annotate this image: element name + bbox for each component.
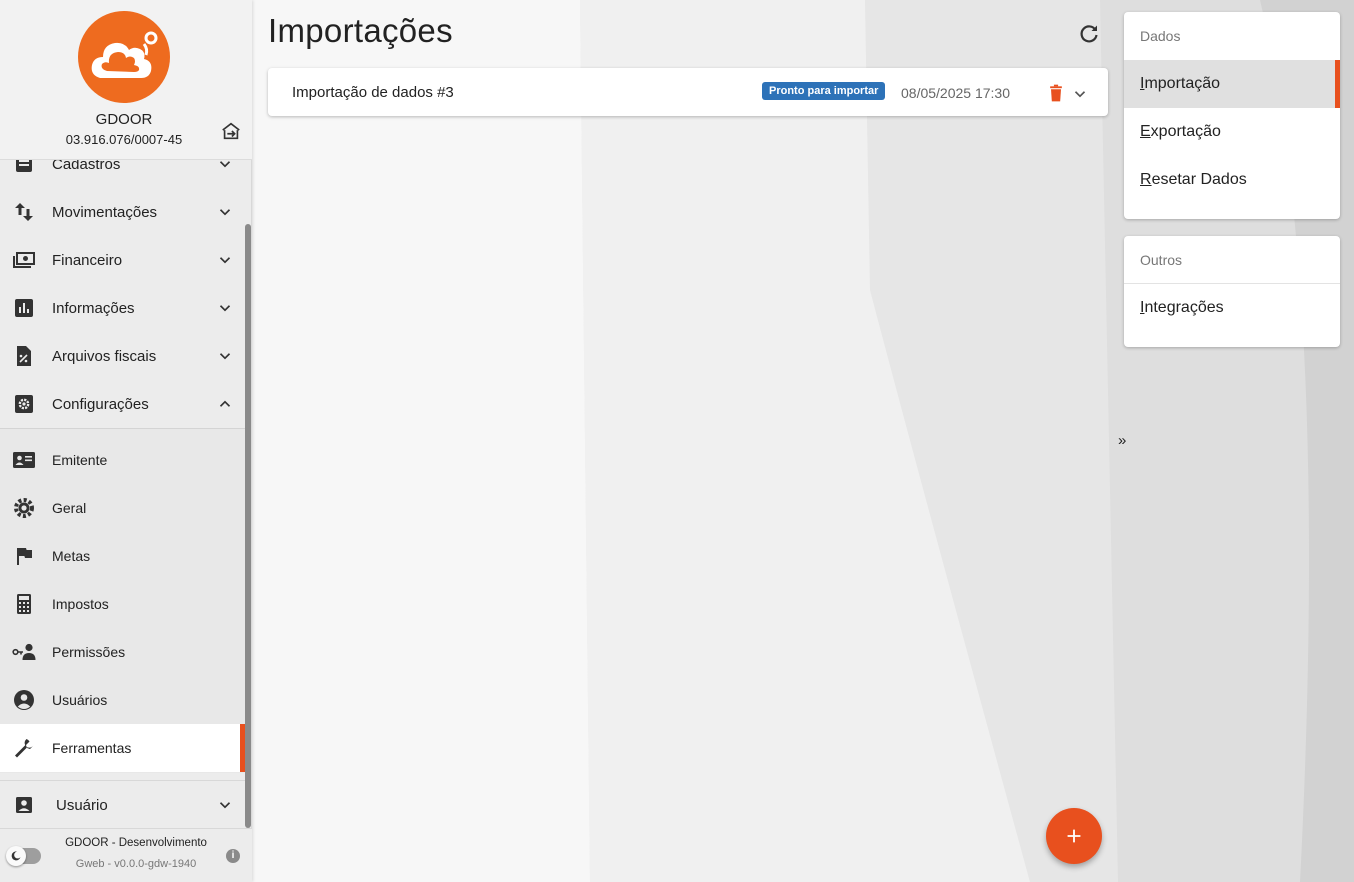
menu-item-exportacao[interactable]: Exportação [1124,108,1340,156]
submenu-configuracoes: Emitente Geral Metas Impostos Permissões… [0,428,245,773]
user-key-icon [12,643,36,660]
nav-item-financeiro[interactable]: Financeiro [0,236,245,284]
nav-item-label: Impostos [52,596,109,612]
account-box-icon [16,797,32,813]
menu-item-label: xportação [1150,123,1221,140]
nav-item-label: Movimentações [52,203,158,221]
cloud-logo-icon [91,31,158,78]
environment-label: GDOOR - Desenvolvimento [65,837,207,849]
nav-item-label: Permissões [52,644,126,660]
nav-item-metas[interactable]: Metas [0,532,245,580]
menu-item-resetar-dados[interactable]: Resetar Dados [1124,156,1340,204]
nav-item-label: Configurações [52,395,149,413]
moon-icon [11,851,21,861]
nav-item-informacoes[interactable]: Informações [0,284,245,332]
plus-icon [1067,829,1081,843]
info-icon[interactable]: i [226,849,240,863]
page-title: Importações [268,12,453,49]
menu-item-mnemonic: E [1140,123,1151,140]
dados-header: Dados [1140,28,1181,44]
nav-menu: Cadastros Movimentações Financeiro Infor… [0,140,245,780]
sidebar: Cadastros Movimentações Financeiro Infor… [0,0,252,882]
nav-item-impostos[interactable]: Impostos [0,580,245,628]
nav-item-emitente[interactable]: Emitente [0,436,245,484]
collapse-panel-toggle[interactable]: » [1118,432,1126,449]
chevron-down-icon [219,802,231,809]
active-indicator [1335,60,1340,108]
add-import-button[interactable] [1046,808,1102,864]
chevron-down-icon [219,209,231,216]
status-badge: Pronto para importar [762,82,886,100]
account-circle-icon [14,690,34,710]
wrench-icon [15,739,34,758]
nav-item-configuracoes[interactable]: Configurações [0,380,245,428]
menu-item-importacao[interactable]: Importação [1124,60,1340,108]
nav-item-label: Financeiro [52,251,123,269]
import-card[interactable]: Importação de dados #3 Pronto para impor… [268,68,1108,116]
chevron-down-icon [219,257,231,264]
outros-panel: Outros Integrações [1124,236,1340,347]
id-card-icon [13,452,35,468]
menu-item-label: mportação [1144,75,1221,92]
company-cnpj: 03.916.076/0007-45 [65,132,183,147]
nav-item-label: Usuários [52,692,108,708]
nav-item-geral[interactable]: Geral [0,484,245,532]
delete-icon[interactable] [1046,83,1066,103]
flag-icon [17,548,32,565]
nav-item-label: Informações [52,299,135,317]
dados-panel: Dados Importação Exportação Resetar Dado… [1124,12,1340,219]
chevron-down-icon [219,353,231,360]
money-icon [13,252,35,268]
company-name: GDOOR [95,111,153,128]
file-percent-icon [17,346,31,366]
nav-item-ferramentas[interactable]: Ferramentas [0,724,245,772]
menu-item-label: esetar Dados [1151,171,1247,188]
nav-item-arquivos-fiscais[interactable]: Arquivos fiscais [0,332,245,380]
nav-item-label: Metas [52,548,91,564]
menu-item-integracoes[interactable]: Integrações [1124,284,1340,332]
user-label: Usuário [56,796,108,814]
nav-item-movimentacoes[interactable]: Movimentações [0,188,245,236]
sidebar-footer: GDOOR - Desenvolvimento Gweb - v0.0.0-gd… [0,828,252,882]
toggle-knob [6,846,26,866]
menu-item-mnemonic: R [1140,171,1152,188]
sidebar-scrollbar[interactable] [245,224,251,828]
nav-item-label: Geral [52,500,87,516]
bar-chart-icon [15,299,33,317]
chevron-down-icon [219,305,231,312]
user-menu-row[interactable]: Usuário [0,781,245,829]
import-title: Importação de dados #3 [292,84,454,101]
nav-item-usuarios[interactable]: Usuários [0,676,245,724]
company-header: GDOOR 03.916.076/0007-45 [0,0,252,160]
calculator-icon [17,594,31,614]
outros-header: Outros [1124,236,1340,284]
nav-item-label: Arquivos fiscais [52,347,157,365]
nav-item-permissoes[interactable]: Permissões [0,628,245,676]
nav-item-label: Emitente [52,452,108,468]
company-logo [78,11,170,103]
switch-company-icon[interactable] [220,120,242,142]
chevron-down-icon[interactable] [1071,85,1089,103]
gear-icon [14,498,34,518]
nav-item-usuario[interactable]: Usuário [0,780,245,828]
menu-item-label: ntegrações [1144,299,1224,316]
import-date: 08/05/2025 17:30 [901,85,1010,101]
nav-item-label: Ferramentas [52,740,132,756]
chevron-up-icon [219,400,231,407]
main-content: Importações Importação de dados #3 Pront… [252,0,1118,882]
refresh-icon[interactable] [1077,22,1101,46]
version-label: Gweb - v0.0.0-gdw-1940 [75,858,197,870]
settings-box-icon [15,395,33,413]
swap-vertical-icon [15,203,33,221]
